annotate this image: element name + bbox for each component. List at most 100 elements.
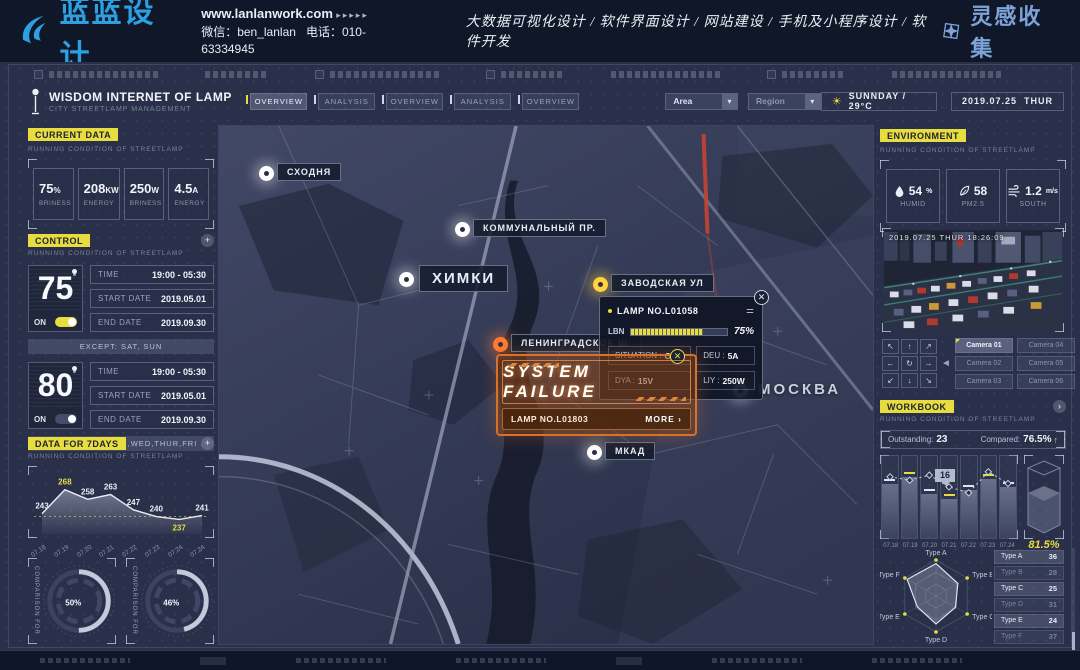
pan-down-right-button[interactable]: ↘ bbox=[920, 373, 937, 388]
legend-row-type-c[interactable]: Type C25 bbox=[994, 582, 1064, 596]
stat-box-watt: 250W BRINESS bbox=[124, 168, 165, 220]
region-select[interactable]: Region ▾ bbox=[748, 93, 821, 110]
stat-value: 4.5 bbox=[174, 181, 192, 196]
start-date-row[interactable]: START DATE 2019.05.01 bbox=[90, 289, 214, 308]
environment-panel: ENVIRONMENT RUNNING CONDITION OF STREETL… bbox=[880, 126, 1066, 232]
camera-05-button[interactable]: Camera 05 bbox=[1017, 356, 1075, 371]
camera-06-button[interactable]: Camera 06 bbox=[1017, 374, 1075, 389]
map-label[interactable]: КОММУНАЛЬНЫЙ ПР. bbox=[473, 219, 606, 237]
field-liy: LIY :250W bbox=[696, 371, 754, 390]
workbook-panel: WORKBOOK › RUNNING CONDITION OF STREETLA… bbox=[880, 400, 1066, 549]
start-date-row[interactable]: START DATE 2019.05.01 bbox=[90, 386, 214, 405]
tab-overview-2[interactable]: OVERVIEW bbox=[386, 93, 443, 110]
stat-box-briness: 75% BRINESS bbox=[33, 168, 74, 220]
add-icon[interactable]: + bbox=[201, 437, 214, 450]
date-tick: 07.20 bbox=[76, 540, 99, 559]
end-date-row[interactable]: END DATE 2019.09.30 bbox=[90, 410, 214, 429]
end-date-row[interactable]: END DATE 2019.09.30 bbox=[90, 313, 214, 332]
legend-row-type-b[interactable]: Type B28 bbox=[994, 566, 1064, 580]
workbook-stats: Outstanding: 23 Compared: 76.5% ↑ bbox=[880, 430, 1066, 449]
tab-analysis-1[interactable]: ANALYSIS bbox=[318, 93, 375, 110]
panel-subtitle: RUNNING CONDITION OF STREETLAMP bbox=[28, 250, 214, 257]
city-map[interactable]: СХОДНЯ КОММУНАЛЬНЫЙ ПР. ХИМКИ ЗАВОДСКАЯ … bbox=[218, 125, 874, 645]
chevron-right-icon[interactable]: › bbox=[1053, 400, 1066, 413]
map-label[interactable]: ХИМКИ bbox=[419, 265, 508, 292]
right-scrollbar[interactable] bbox=[1072, 548, 1075, 660]
pan-right-button[interactable]: → bbox=[920, 356, 937, 371]
chevron-down-icon: ▾ bbox=[722, 94, 737, 109]
region-select-value: Region bbox=[756, 96, 785, 106]
row-value: 2019.09.30 bbox=[161, 415, 206, 425]
lamp-pin[interactable] bbox=[259, 166, 274, 181]
camera-feed[interactable]: 2019.07.25 THUR 18:26:09 bbox=[882, 228, 1064, 332]
camera-03-button[interactable]: Camera 03 bbox=[955, 374, 1013, 389]
camera-02-button[interactable]: Camera 02 bbox=[955, 356, 1013, 371]
power-toggle[interactable] bbox=[55, 317, 77, 327]
tab-bar: OVERVIEW ANALYSIS OVERVIEW ANALYSIS OVER… bbox=[250, 93, 579, 110]
more-link[interactable]: MORE › bbox=[645, 414, 682, 424]
row-label: START DATE bbox=[98, 294, 151, 303]
add-icon[interactable]: + bbox=[201, 234, 214, 247]
map-label[interactable]: МКАД bbox=[605, 442, 655, 460]
sliders-icon[interactable]: ⚌ bbox=[746, 305, 754, 316]
close-icon[interactable]: ✕ bbox=[754, 290, 769, 305]
gauge-label: COMPARISON FOR bbox=[131, 566, 137, 635]
svg-text:247: 247 bbox=[127, 498, 141, 507]
gauge-label: COMPARISON FOR bbox=[33, 566, 39, 635]
camera-04-button[interactable]: Camera 04 bbox=[1017, 338, 1075, 353]
map-label[interactable]: МОСКВА bbox=[749, 378, 850, 401]
pan-left-button[interactable]: ← bbox=[882, 356, 899, 371]
date-tick: 07.19 bbox=[53, 540, 76, 559]
weekday-text: THUR bbox=[1024, 96, 1053, 106]
pan-down-button[interactable]: ↓ bbox=[901, 373, 918, 388]
legend-row-type-e[interactable]: Type E24 bbox=[994, 614, 1064, 628]
map-label[interactable]: ЗАВОДСКАЯ УЛ bbox=[611, 274, 714, 292]
map-label[interactable]: СХОДНЯ bbox=[277, 163, 341, 181]
time-row[interactable]: TIME 19:00 - 05:30 bbox=[90, 265, 214, 284]
lamp-pin[interactable] bbox=[593, 277, 608, 292]
lamp-pin[interactable] bbox=[587, 445, 602, 460]
on-label: ON bbox=[34, 318, 46, 327]
power-toggle[interactable] bbox=[55, 414, 77, 424]
humidity-icon bbox=[894, 185, 905, 197]
tab-overview-3[interactable]: OVERVIEW bbox=[522, 93, 579, 110]
lamp-pin[interactable] bbox=[455, 222, 470, 237]
control-group-1: 75 ON TIME 19:00 - 05:30 START DATE 2019… bbox=[28, 265, 214, 332]
radar-chart: Type AType BType CType DType EType F bbox=[880, 546, 992, 650]
pan-up-right-button[interactable]: ↗ bbox=[920, 339, 937, 354]
stat-name: ENERGY bbox=[84, 200, 114, 207]
pan-up-button[interactable]: ↑ bbox=[901, 339, 918, 354]
legend-row-type-f[interactable]: Type F37 bbox=[994, 630, 1064, 644]
area-select[interactable]: Area ▾ bbox=[665, 93, 738, 110]
lamp-pin[interactable] bbox=[399, 272, 414, 287]
app-root: 蓝蓝设计 www.lanlanwork.com ▸▸▸▸▸ 微信：ben_lan… bbox=[0, 0, 1080, 670]
env-value: 1.2 bbox=[1025, 184, 1042, 198]
legend-row-type-d[interactable]: Type D31 bbox=[994, 598, 1064, 612]
time-row[interactable]: TIME 19:00 - 05:30 bbox=[90, 362, 214, 381]
type-radar-panel: Type AType BType CType DType EType F Typ… bbox=[880, 542, 1066, 650]
on-label: ON bbox=[34, 415, 46, 424]
row-value: 2019.05.01 bbox=[161, 391, 206, 401]
legend-row-type-a[interactable]: Type A36 bbox=[994, 550, 1064, 564]
area-select-value: Area bbox=[673, 96, 692, 106]
camera-01-button[interactable]: Camera 01 bbox=[955, 338, 1013, 353]
stat-value: 208 bbox=[84, 181, 106, 196]
pan-down-left-button[interactable]: ↙ bbox=[882, 373, 899, 388]
svg-text:Type D: Type D bbox=[925, 637, 947, 644]
website-link[interactable]: www.lanlanwork.com bbox=[201, 6, 333, 21]
date-tick: 07.21 bbox=[98, 540, 121, 559]
gauge-value: 50 bbox=[65, 599, 74, 608]
inspiration-collect-link[interactable]: 灵感收集 bbox=[940, 0, 1060, 63]
lamp-pin[interactable] bbox=[493, 337, 508, 352]
tab-analysis-2[interactable]: ANALYSIS bbox=[454, 93, 511, 110]
field-deu: DEU :5A bbox=[696, 346, 754, 365]
camera-feed-image bbox=[884, 230, 1062, 330]
reset-view-button[interactable]: ↻ bbox=[901, 356, 918, 371]
row-label: END DATE bbox=[98, 318, 142, 327]
row-value: 2019.05.01 bbox=[161, 294, 206, 304]
pan-up-left-button[interactable]: ↖ bbox=[882, 339, 899, 354]
tab-overview-1[interactable]: OVERVIEW bbox=[250, 93, 307, 110]
camera-prev-button[interactable]: ◄ bbox=[941, 358, 951, 369]
date-text: 2019.07.25 bbox=[962, 96, 1017, 106]
sparkle-icon bbox=[940, 19, 962, 43]
